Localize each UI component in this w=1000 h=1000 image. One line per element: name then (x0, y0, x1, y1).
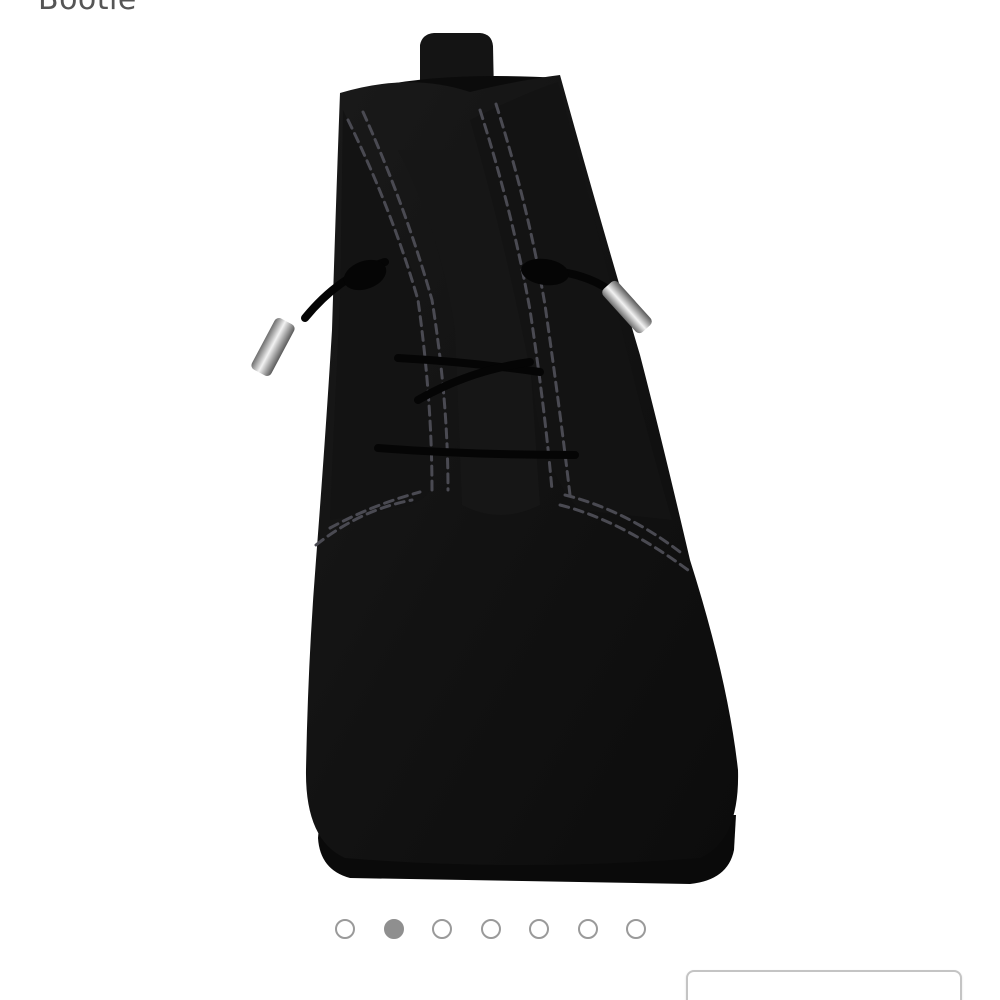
image-carousel-dots (335, 919, 646, 939)
boot-illustration (251, 33, 739, 884)
carousel-dot-7[interactable] (626, 919, 646, 939)
carousel-dot-2-active[interactable] (383, 919, 404, 939)
partial-button[interactable] (686, 970, 962, 1000)
carousel-dot-1[interactable] (335, 919, 355, 939)
carousel-dot-3[interactable] (432, 919, 452, 939)
carousel-dot-5[interactable] (529, 919, 549, 939)
product-image[interactable] (0, 0, 1000, 905)
lace-aglet-left (251, 317, 295, 377)
carousel-dot-4[interactable] (480, 919, 501, 939)
carousel-dot-6[interactable] (577, 919, 598, 939)
product-page: Bootie (0, 0, 1000, 1000)
